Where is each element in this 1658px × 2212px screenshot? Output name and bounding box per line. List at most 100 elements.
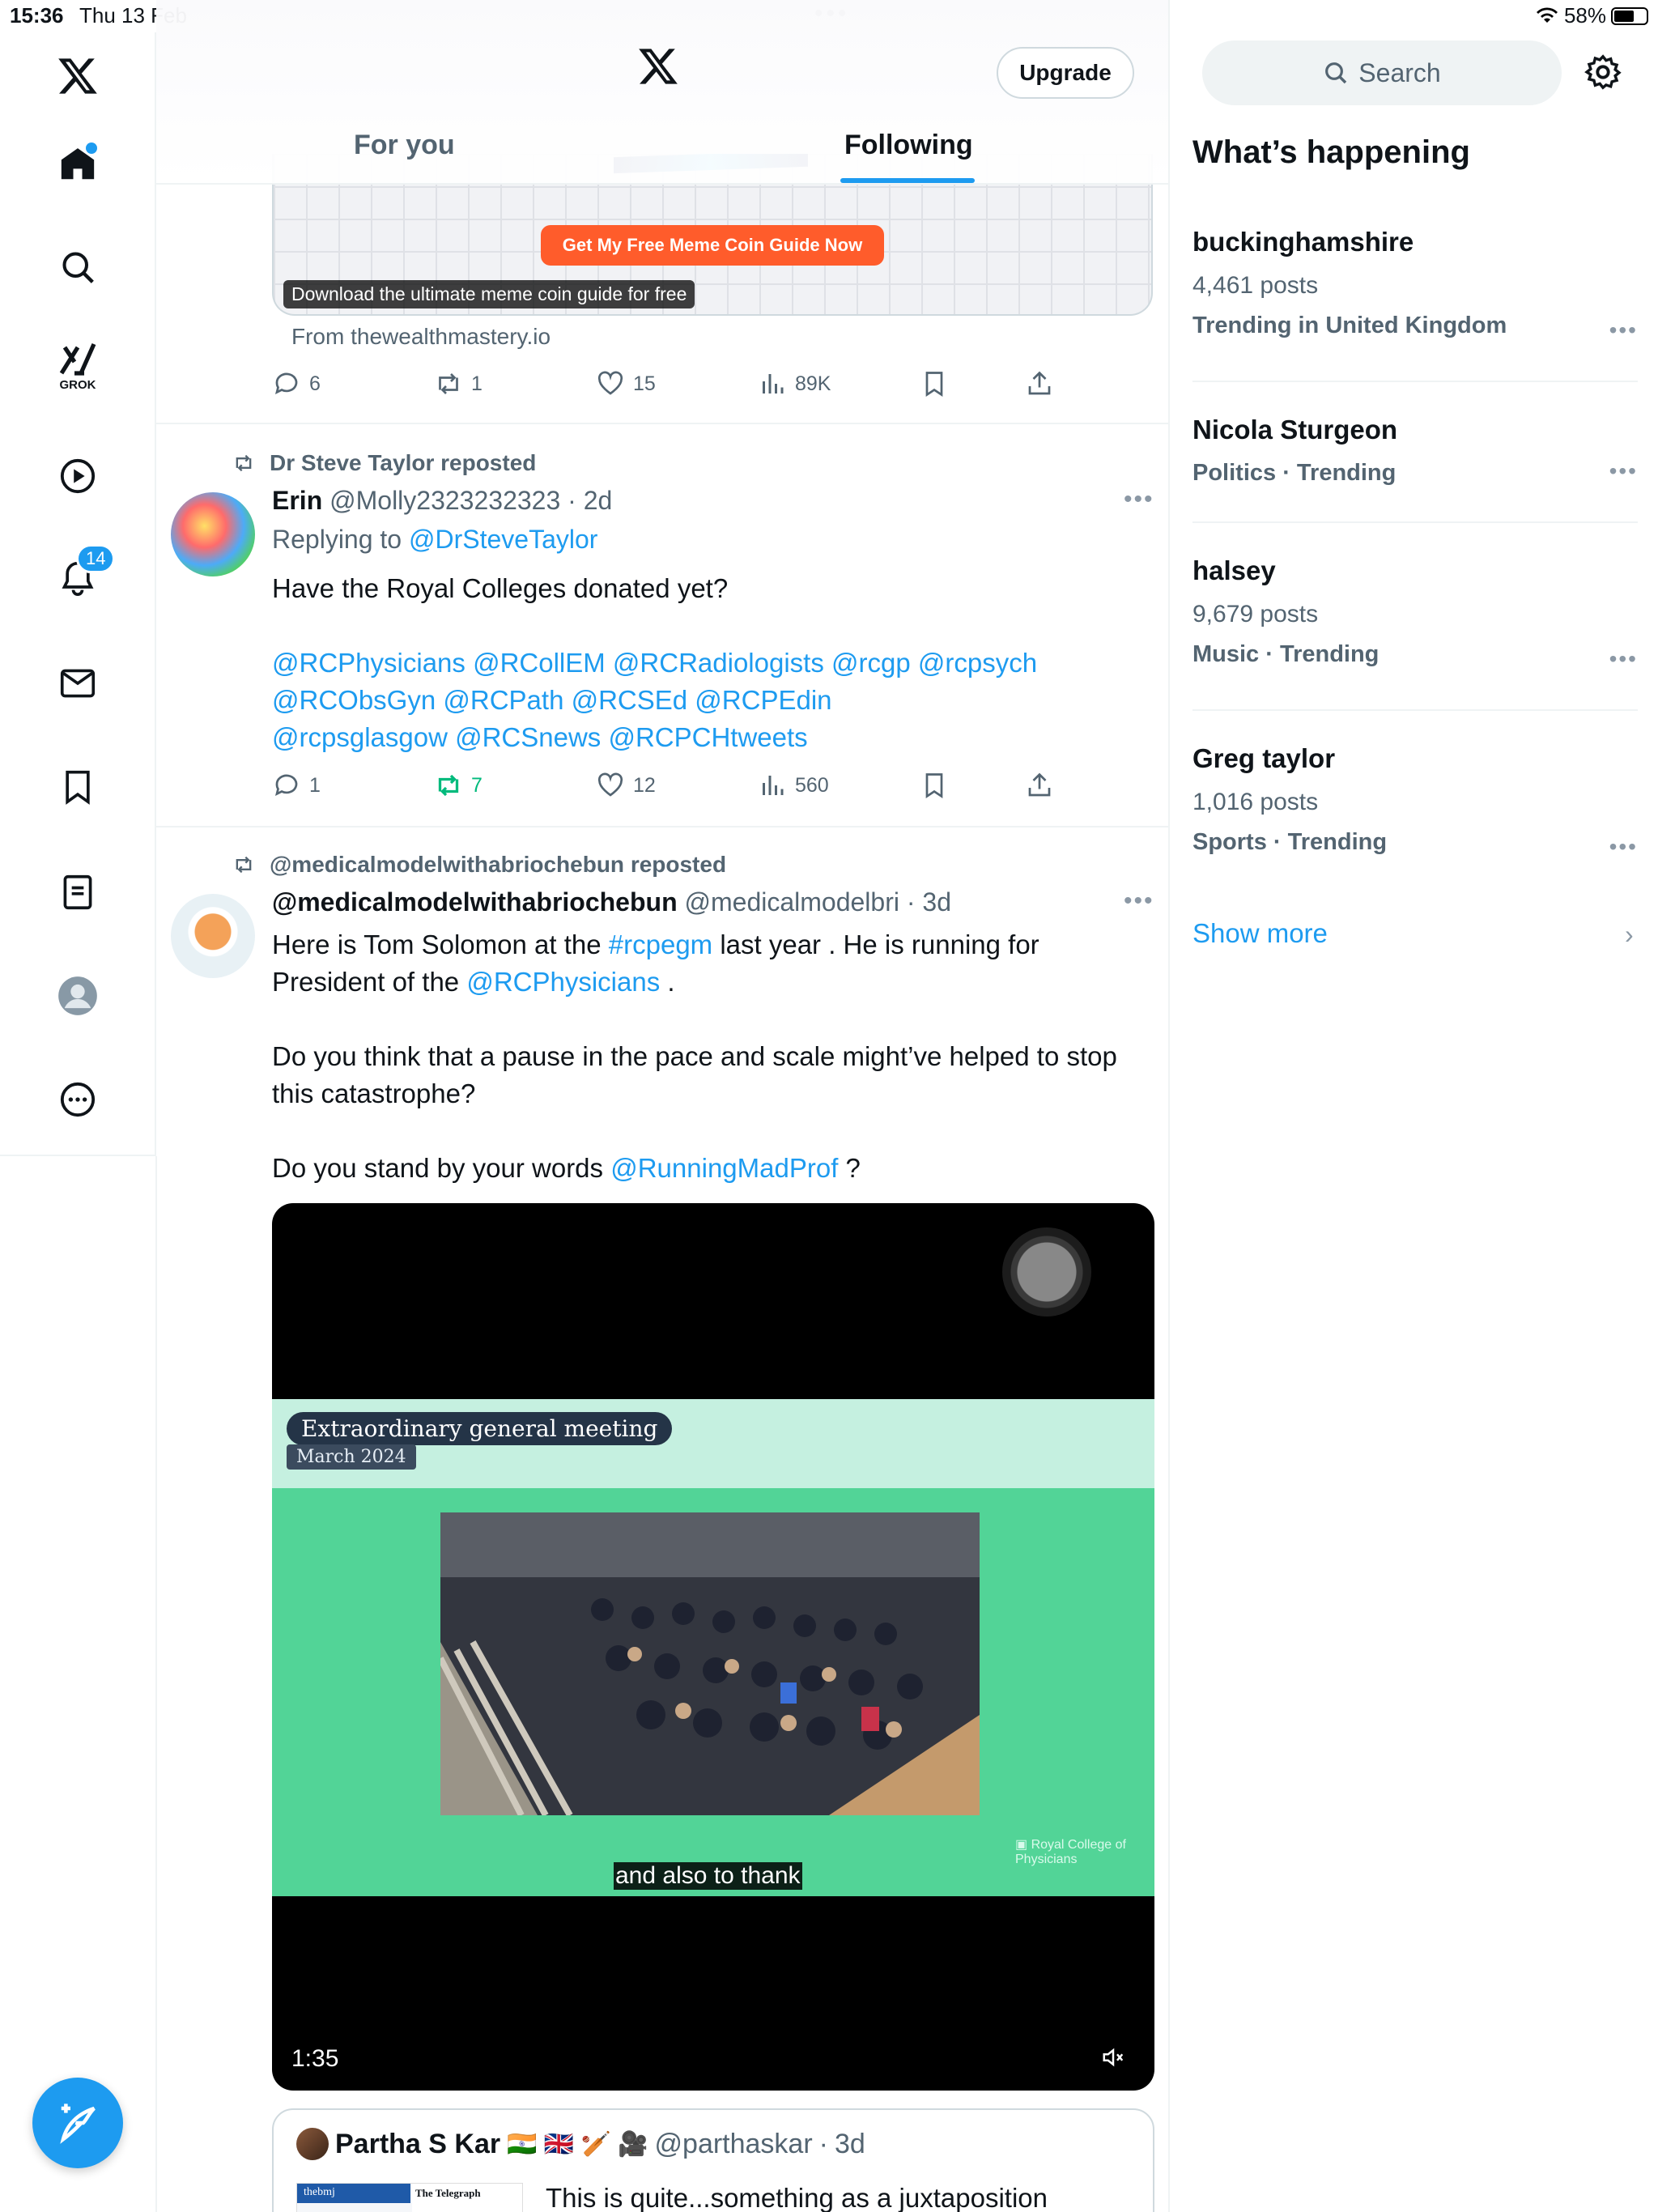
post-time[interactable]: 2d [584,486,613,515]
lists-icon[interactable] [52,866,104,918]
video-icon[interactable] [52,450,104,502]
views-button[interactable]: 560 [758,771,829,800]
post-more-icon[interactable]: ••• [1124,887,1154,915]
video-control-button[interactable] [1002,1227,1091,1317]
repost-icon [236,856,252,874]
tab-following[interactable]: Following [844,130,973,161]
bookmark-button[interactable] [920,771,949,800]
trend-item[interactable]: Greg taylor 1,016 posts Sports · Trendin… [1192,743,1638,859]
views-count: 560 [795,773,829,797]
post-mentions-line3[interactable]: @rcpsglasgow @RCSnews @RCPCHtweets [272,719,1154,756]
trend-item[interactable]: halsey 9,679 posts Music · Trending ••• [1192,555,1638,671]
bookmarks-icon[interactable] [52,761,104,813]
post-divider [156,826,1168,827]
rcp-logo: ▣ Royal College of Physicians [1015,1838,1126,1866]
messages-icon[interactable] [52,657,104,709]
more-options-icon[interactable] [52,1074,104,1125]
bookmark-button[interactable] [920,369,949,398]
post-action-bar: 1 7 12 560 [272,771,1082,803]
share-button[interactable] [1025,369,1054,398]
trend-more-icon[interactable]: ••• [1609,646,1638,672]
author-avatar[interactable] [171,492,255,576]
upgrade-button[interactable]: Upgrade [997,47,1134,99]
chevron-right-icon: › [1625,920,1634,949]
post-mentions-line2[interactable]: @RCObsGyn @RCPath @RCSEd @RCPEdin [272,682,1154,719]
quoted-author-avatar [296,2128,329,2160]
notifications-icon[interactable]: 14 [52,544,116,604]
home-unread-dot [86,143,97,154]
settings-gear-icon[interactable] [1584,53,1622,95]
trend-more-icon[interactable]: ••• [1609,317,1638,343]
search-input[interactable]: Search [1202,40,1562,105]
x-logo-icon[interactable] [52,50,104,102]
mention-link[interactable]: @RCPhysicians [466,967,660,997]
video-duration: 1:35 [291,2045,339,2072]
replying-to-handle[interactable]: @DrSteveTaylor [409,525,597,554]
timeline: Get My Free Meme Coin Guide Now Download… [156,0,1170,2212]
repost-icon [439,373,458,394]
trend-more-icon[interactable]: ••• [1609,458,1638,484]
video-player[interactable]: Extraordinary general meeting March 2024… [272,1203,1154,2091]
post-paragraph-1: Here is Tom Solomon at the #rcpegm last … [272,929,1039,997]
author-name[interactable]: Erin [272,486,322,515]
trend-category: Music · Trending [1192,641,1380,667]
views-button[interactable]: 89K [758,369,831,398]
reply-button[interactable]: 6 [272,369,321,398]
trend-more-icon[interactable]: ••• [1609,834,1638,860]
trend-name: halsey [1192,555,1276,585]
repost-button[interactable]: 7 [434,771,483,800]
right-sidebar: Search What’s happening buckinghamshire … [1171,0,1658,2212]
hashtag-link[interactable]: #rcpegm [609,929,712,959]
replying-to-prefix: Replying to [272,525,402,554]
search-icon [1325,62,1347,84]
left-nav: GROK 14 [0,32,156,1156]
mention-link[interactable]: @RunningMadProf [610,1153,838,1183]
home-icon[interactable] [52,138,104,189]
trend-item[interactable]: Nicola Sturgeon Politics · Trending ••• [1192,415,1638,487]
quoted-author-flags: 🇮🇳 🇬🇧 🏏 🎥 [507,2130,648,2158]
heart-icon [597,772,623,797]
video-audience-image [440,1512,980,1815]
post-time[interactable]: 3d [922,887,951,917]
repost-count: 1 [471,372,483,395]
ad-source-link[interactable]: From thewealthmastery.io [291,324,551,350]
tab-for-you[interactable]: For you [354,130,455,161]
repost-context[interactable]: Dr Steve Taylor reposted [231,450,536,476]
timeline-header: Upgrade For you Following [156,0,1168,185]
video-caption: and also to thank [614,1862,802,1890]
author-handle[interactable]: @Molly2323232323 [329,486,560,515]
ad-caption: Download the ultimate meme coin guide fo… [283,280,695,308]
quoted-author-handle: @parthaskar [654,2128,813,2159]
reply-button[interactable]: 1 [272,771,321,800]
notification-badge: 14 [76,544,116,573]
mute-icon[interactable] [1101,2045,1125,2074]
quoted-post-thumbnail: thebmj The Telegraph [296,2183,523,2212]
author-name[interactable]: @medicalmodelwithabriochebun [272,887,678,917]
trend-posts: 9,679 posts [1192,601,1319,627]
search-icon[interactable] [52,241,104,293]
author-handle[interactable]: @medicalmodelbri [685,887,899,917]
x-logo-icon[interactable] [637,47,679,90]
trend-item[interactable]: buckinghamshire 4,461 posts Trending in … [1192,227,1638,342]
ad-cta-button[interactable]: Get My Free Meme Coin Guide Now [541,225,884,266]
status-time: 15:36 [10,3,64,28]
repost-context[interactable]: @medicalmodelwithabriochebun reposted [231,852,726,878]
quoted-post[interactable]: Partha S Kar 🇮🇳 🇬🇧 🏏 🎥 @parthaskar · 3d … [272,2108,1154,2212]
show-more-link[interactable]: Show more [1192,918,1328,949]
post-paragraph-2: Do you think that a pause in the pace an… [272,1041,1125,1108]
author-avatar[interactable] [171,894,255,978]
trend-posts: 4,461 posts [1192,272,1319,299]
repost-button[interactable]: 1 [434,369,483,398]
like-button[interactable]: 15 [596,369,656,398]
profile-avatar-icon[interactable] [52,970,104,1022]
grok-icon[interactable]: GROK [52,340,104,392]
grok-label: GROK [59,377,96,392]
trend-divider [1192,381,1638,382]
compose-post-button[interactable] [32,2078,123,2168]
post-more-icon[interactable]: ••• [1124,486,1154,513]
trend-category: Politics · Trending [1192,460,1397,486]
share-button[interactable] [1025,771,1054,800]
like-button[interactable]: 12 [596,771,656,800]
share-icon [1028,772,1051,797]
post-mentions-line1[interactable]: @RCPhysicians @RCollEM @RCRadiologists @… [272,644,1154,682]
